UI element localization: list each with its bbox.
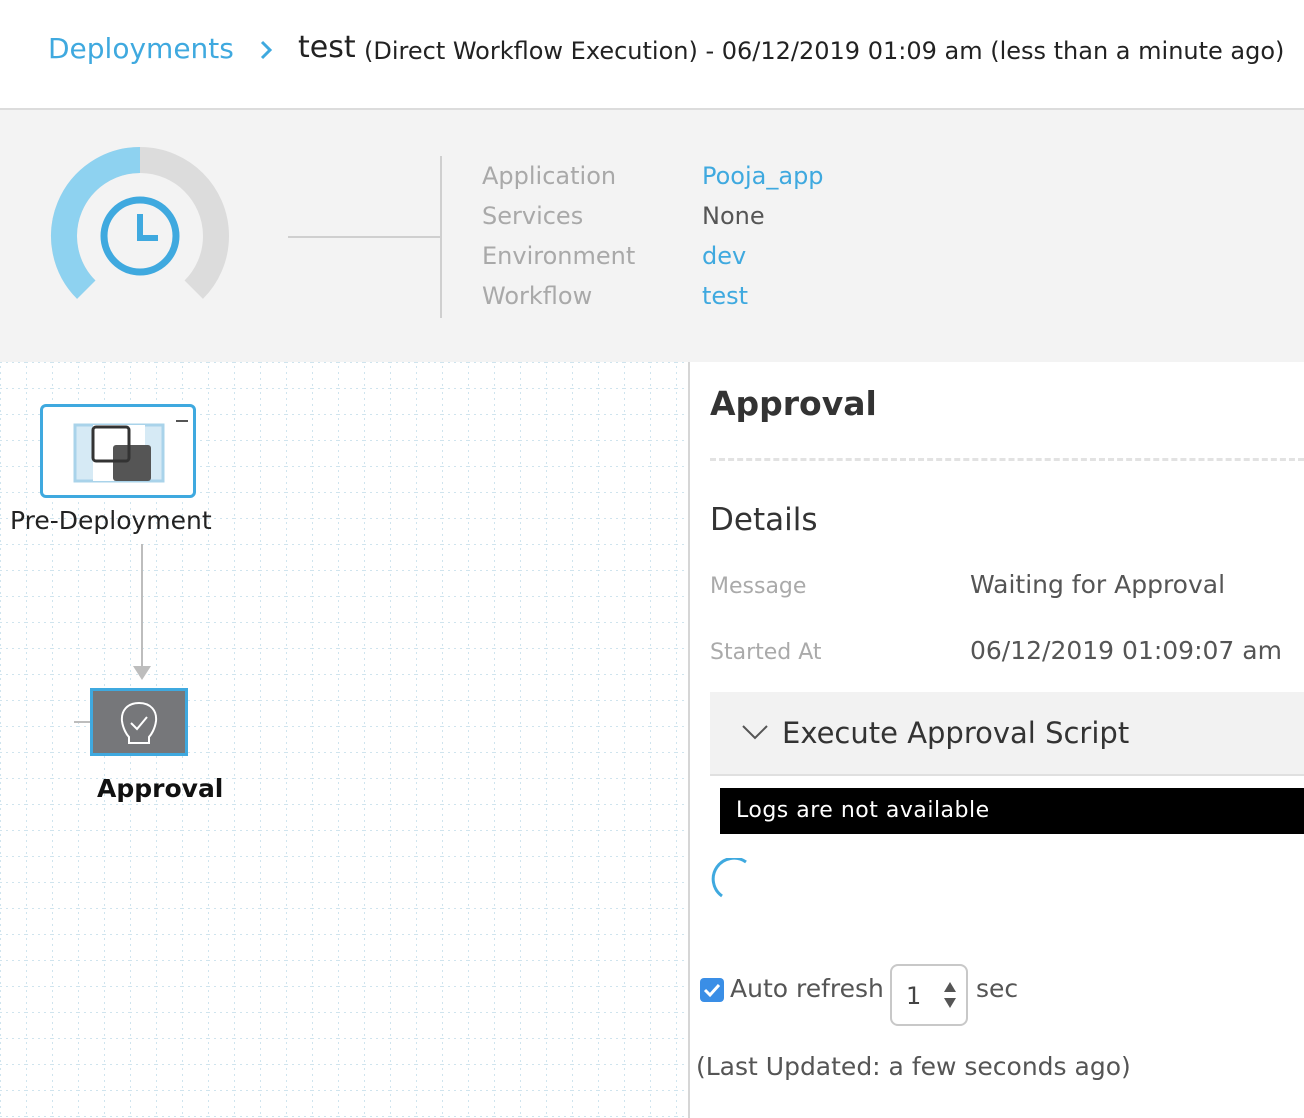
services-value: None <box>702 202 765 230</box>
progress-gauge <box>51 147 229 299</box>
auto-refresh-checkbox[interactable] <box>700 978 724 1002</box>
clock-icon <box>100 196 180 276</box>
application-link[interactable]: Pooja_app <box>702 162 824 190</box>
refresh-unit-label: sec <box>976 974 1019 1003</box>
chevron-down-icon[interactable] <box>740 722 770 742</box>
services-label: Services <box>482 202 584 230</box>
approval-connector-stub <box>74 721 90 723</box>
connector-arrowhead <box>133 666 151 680</box>
summary-divider-horizontal <box>288 236 440 238</box>
details-panel-title: Approval <box>710 384 877 423</box>
workflow-label: Workflow <box>482 282 593 310</box>
execution-detail: (Direct Workflow Execution) - 06/12/2019… <box>364 37 1285 65</box>
pre-deployment-node[interactable] <box>40 404 196 498</box>
approval-script-title[interactable]: Execute Approval Script <box>782 716 1129 750</box>
page-header: Deployments test (Direct Workflow Execut… <box>0 0 1304 110</box>
approval-node[interactable] <box>90 688 188 756</box>
approval-icon <box>120 701 158 744</box>
environment-link[interactable]: dev <box>702 242 746 270</box>
summary-divider-vertical <box>440 156 442 318</box>
collapse-icon[interactable] <box>176 420 188 422</box>
checkmark-icon <box>703 983 721 998</box>
environment-label: Environment <box>482 242 636 270</box>
details-heading: Details <box>710 502 818 538</box>
panel-divider <box>688 362 690 1118</box>
breadcrumb-deployments-link[interactable]: Deployments <box>48 32 234 65</box>
graph-connector <box>141 544 143 670</box>
loading-spinner-icon <box>711 858 747 898</box>
auto-refresh-label[interactable]: Auto refresh <box>730 974 884 1003</box>
application-label: Application <box>482 162 617 190</box>
started-at-value: 06/12/2019 01:09:07 am <box>970 636 1282 665</box>
title-separator <box>710 458 1304 461</box>
workflow-link[interactable]: test <box>702 282 748 310</box>
logs-message: Logs are not available <box>736 798 990 823</box>
pre-deployment-label: Pre-Deployment <box>10 506 212 535</box>
message-label: Message <box>710 574 807 599</box>
last-updated-text: (Last Updated: a few seconds ago) <box>696 1052 1131 1081</box>
execution-name: test <box>298 30 356 65</box>
started-at-label: Started At <box>710 640 822 665</box>
pre-deployment-icon <box>73 423 165 483</box>
execution-summary: Application Pooja_app Services None Envi… <box>0 110 1304 362</box>
approval-label: Approval <box>97 774 224 803</box>
refresh-interval-value[interactable]: 1 <box>906 982 921 1010</box>
stepper-arrows-icon[interactable] <box>942 980 958 1010</box>
chevron-right-icon <box>260 40 273 60</box>
message-value: Waiting for Approval <box>970 570 1226 599</box>
